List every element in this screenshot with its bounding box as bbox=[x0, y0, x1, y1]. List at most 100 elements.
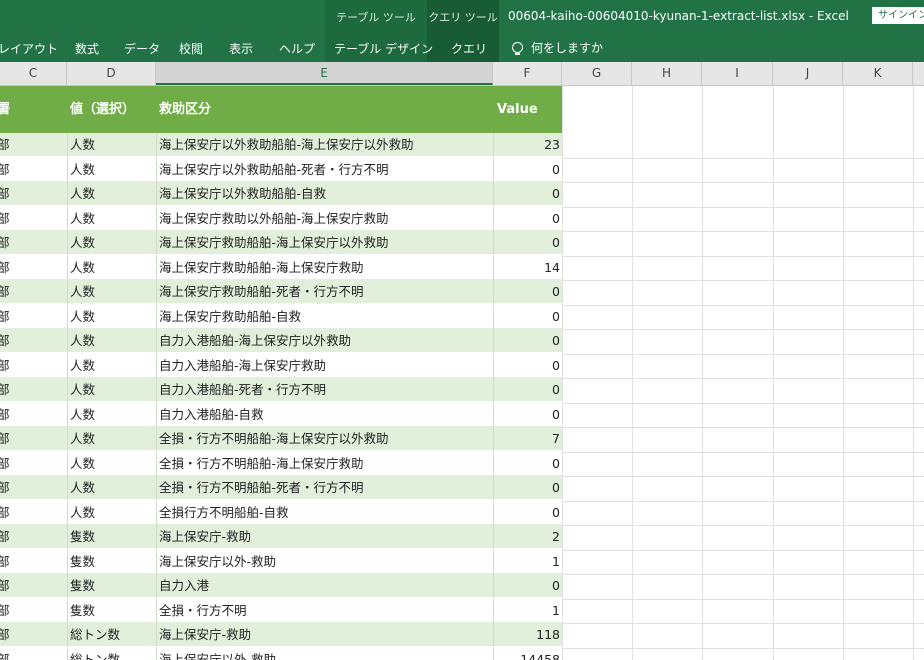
cell-value[interactable]: 14 bbox=[495, 256, 560, 280]
cell-value[interactable]: 0 bbox=[495, 280, 560, 304]
cell-rescue-category[interactable]: 海上保安庁救助船舶-海上保安庁救助 bbox=[159, 256, 489, 280]
cell-rescue-category[interactable]: 全損行方不明船舶-自救 bbox=[159, 501, 489, 525]
cell-rescue-category[interactable]: 全損・行方不明 bbox=[159, 599, 489, 623]
cell-value[interactable]: 118 bbox=[495, 623, 560, 647]
cell-office[interactable]: 部 bbox=[0, 648, 63, 660]
cell-rescue-category[interactable]: 海上保安庁以外救助船舶-自救 bbox=[159, 182, 489, 206]
cell-value-select[interactable]: 人数 bbox=[70, 452, 154, 476]
cell-value[interactable]: 0 bbox=[495, 476, 560, 500]
cell-office[interactable]: 部 bbox=[0, 354, 63, 378]
cell-value-select[interactable]: 人数 bbox=[70, 207, 154, 231]
cell-value-select[interactable]: 隻数 bbox=[70, 525, 154, 549]
header-value-select[interactable]: 値（選択） bbox=[70, 86, 135, 133]
cell-value[interactable]: 0 bbox=[495, 403, 560, 427]
cell-rescue-category[interactable]: 海上保安庁救助船舶-死者・行方不明 bbox=[159, 280, 489, 304]
cell-value[interactable]: 0 bbox=[495, 501, 560, 525]
cell-rescue-category[interactable]: 海上保安庁以外-救助 bbox=[159, 648, 489, 660]
column-header-f[interactable]: F bbox=[493, 62, 562, 85]
cell-value-select[interactable]: 人数 bbox=[70, 280, 154, 304]
cell-office[interactable]: 部 bbox=[0, 403, 63, 427]
column-header-i[interactable]: I bbox=[702, 62, 773, 85]
cell-rescue-category[interactable]: 自力入港 bbox=[159, 574, 489, 598]
cell-office[interactable]: 部 bbox=[0, 280, 63, 304]
header-office[interactable]: 署 bbox=[0, 86, 10, 133]
column-header-c[interactable]: C bbox=[0, 62, 67, 85]
cell-office[interactable]: 部 bbox=[0, 305, 63, 329]
tab-view[interactable]: 表示 bbox=[229, 40, 253, 57]
cell-office[interactable]: 部 bbox=[0, 256, 63, 280]
cell-value[interactable]: 0 bbox=[495, 378, 560, 402]
cell-rescue-category[interactable]: 海上保安庁救助以外船舶-海上保安庁救助 bbox=[159, 207, 489, 231]
cell-office[interactable]: 部 bbox=[0, 452, 63, 476]
cell-rescue-category[interactable]: 自力入港船舶-海上保安庁以外救助 bbox=[159, 329, 489, 353]
header-value[interactable]: Value bbox=[497, 86, 538, 133]
cell-rescue-category[interactable]: 海上保安庁以外救助船舶-海上保安庁以外救助 bbox=[159, 133, 489, 157]
cell-office[interactable]: 部 bbox=[0, 182, 63, 206]
tab-help[interactable]: ヘルプ bbox=[279, 40, 315, 57]
cell-office[interactable]: 部 bbox=[0, 501, 63, 525]
cell-value-select[interactable]: 人数 bbox=[70, 305, 154, 329]
column-header-k[interactable]: K bbox=[843, 62, 913, 85]
cell-value-select[interactable]: 総トン数 bbox=[70, 623, 154, 647]
cell-rescue-category[interactable]: 海上保安庁-救助 bbox=[159, 623, 489, 647]
cell-office[interactable]: 部 bbox=[0, 158, 63, 182]
cell-rescue-category[interactable]: 自力入港船舶-海上保安庁救助 bbox=[159, 354, 489, 378]
column-header-j[interactable]: J bbox=[773, 62, 843, 85]
cell-value-select[interactable]: 人数 bbox=[70, 476, 154, 500]
cell-rescue-category[interactable]: 海上保安庁以外-救助 bbox=[159, 550, 489, 574]
tab-table-design[interactable]: テーブル デザイン bbox=[334, 40, 433, 57]
cell-value-select[interactable]: 人数 bbox=[70, 403, 154, 427]
cell-value-select[interactable]: 人数 bbox=[70, 158, 154, 182]
cell-rescue-category[interactable]: 海上保安庁以外救助船舶-死者・行方不明 bbox=[159, 158, 489, 182]
cell-value-select[interactable]: 隻数 bbox=[70, 599, 154, 623]
cell-value[interactable]: 0 bbox=[495, 182, 560, 206]
column-header-g[interactable]: G bbox=[562, 62, 632, 85]
cell-value[interactable]: 0 bbox=[495, 452, 560, 476]
cell-value-select[interactable]: 人数 bbox=[70, 354, 154, 378]
cell-value[interactable]: 7 bbox=[495, 427, 560, 451]
cell-value-select[interactable]: 総トン数 bbox=[70, 648, 154, 660]
cell-value-select[interactable]: 人数 bbox=[70, 256, 154, 280]
cell-rescue-category[interactable]: 自力入港船舶-死者・行方不明 bbox=[159, 378, 489, 402]
cell-value[interactable]: 14458 bbox=[495, 648, 560, 660]
cell-value-select[interactable]: 隻数 bbox=[70, 550, 154, 574]
cell-value[interactable]: 0 bbox=[495, 574, 560, 598]
cell-value[interactable]: 0 bbox=[495, 305, 560, 329]
cell-office[interactable]: 部 bbox=[0, 525, 63, 549]
cell-value[interactable]: 1 bbox=[495, 550, 560, 574]
cell-office[interactable]: 部 bbox=[0, 623, 63, 647]
cell-value-select[interactable]: 人数 bbox=[70, 378, 154, 402]
cell-office[interactable]: 部 bbox=[0, 574, 63, 598]
tab-review[interactable]: 校閲 bbox=[179, 40, 203, 57]
tell-me-search[interactable]: 何をしますか bbox=[512, 39, 603, 56]
cell-office[interactable]: 部 bbox=[0, 378, 63, 402]
cell-value[interactable]: 0 bbox=[495, 207, 560, 231]
tab-data[interactable]: データ bbox=[124, 40, 160, 57]
cell-value-select[interactable]: 隻数 bbox=[70, 574, 154, 598]
tab-query[interactable]: クエリ bbox=[451, 40, 487, 57]
cell-value-select[interactable]: 人数 bbox=[70, 182, 154, 206]
cell-value[interactable]: 23 bbox=[495, 133, 560, 157]
cell-value[interactable]: 0 bbox=[495, 354, 560, 378]
cell-rescue-category[interactable]: 全損・行方不明船舶-死者・行方不明 bbox=[159, 476, 489, 500]
cell-value[interactable]: 2 bbox=[495, 525, 560, 549]
cell-value-select[interactable]: 人数 bbox=[70, 231, 154, 255]
cell-rescue-category[interactable]: 自力入港船舶-自救 bbox=[159, 403, 489, 427]
cell-rescue-category[interactable]: 全損・行方不明船舶-海上保安庁以外救助 bbox=[159, 427, 489, 451]
cell-value[interactable]: 0 bbox=[495, 329, 560, 353]
cell-value-select[interactable]: 人数 bbox=[70, 427, 154, 451]
column-header-e[interactable]: E bbox=[156, 62, 493, 85]
cell-office[interactable]: 部 bbox=[0, 133, 63, 157]
cell-value-select[interactable]: 人数 bbox=[70, 329, 154, 353]
header-rescue-category[interactable]: 救助区分 bbox=[159, 86, 211, 133]
column-header-h[interactable]: H bbox=[632, 62, 702, 85]
cell-value[interactable]: 0 bbox=[495, 158, 560, 182]
worksheet-grid[interactable]: 署 値（選択） 救助区分 Value 部人数 海上保安庁以外救助船舶-海上保安庁以… bbox=[0, 86, 924, 660]
cell-office[interactable]: 部 bbox=[0, 599, 63, 623]
cell-value[interactable]: 1 bbox=[495, 599, 560, 623]
cell-rescue-category[interactable]: 海上保安庁救助船舶-海上保安庁以外救助 bbox=[159, 231, 489, 255]
signin-button[interactable]: サインイン bbox=[872, 7, 924, 24]
tab-page-layout[interactable]: レイアウト bbox=[0, 40, 58, 57]
cell-rescue-category[interactable]: 海上保安庁救助船舶-自救 bbox=[159, 305, 489, 329]
cell-rescue-category[interactable]: 海上保安庁-救助 bbox=[159, 525, 489, 549]
